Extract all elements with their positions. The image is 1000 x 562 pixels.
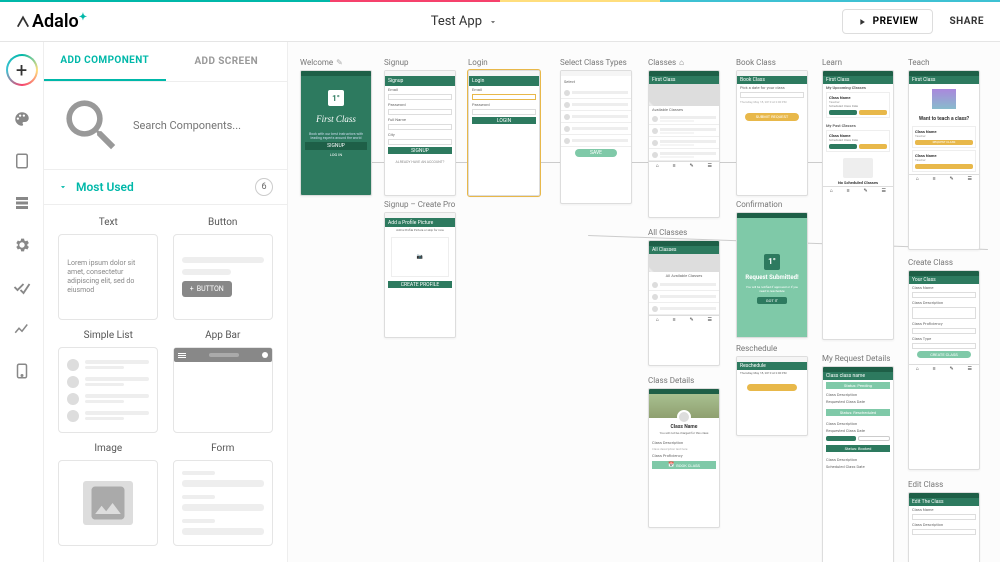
screen-signup[interactable]: Signup Email Password Full Name City SIG… [384, 70, 456, 196]
settings-icon[interactable] [13, 236, 31, 254]
publish-icon[interactable] [13, 362, 31, 380]
tab-add-component[interactable]: ADD COMPONENT [44, 42, 166, 81]
screen-label: Class Details [648, 376, 720, 385]
screen-class-details[interactable]: Class Name You will not be charged for t… [648, 388, 720, 528]
home-icon: ⌂ [679, 58, 684, 67]
search-input[interactable] [133, 119, 273, 132]
logo: Adalo✦ [16, 11, 87, 32]
screen-reschedule[interactable]: Reschedule Thursday, May 18, 2019 at 2:0… [736, 356, 808, 436]
screen-request-details[interactable]: Class class name Status: Pending Class D… [822, 366, 894, 562]
screen-label: Select Class Types [560, 58, 632, 67]
component-panel: ADD COMPONENT ADD SCREEN Most Used 6 Tex… [44, 42, 288, 562]
share-button[interactable]: SHARE [949, 16, 984, 27]
database-icon[interactable] [13, 194, 31, 212]
app-name-dropdown[interactable]: Test App [431, 14, 498, 29]
component-simple-list[interactable]: Simple List [56, 330, 161, 433]
chevron-down-icon [58, 182, 68, 192]
preview-button[interactable]: PREVIEW [842, 9, 934, 34]
component-image[interactable]: Image [56, 443, 161, 546]
chevron-down-icon [488, 17, 498, 27]
screens-icon[interactable] [13, 152, 31, 170]
component-text[interactable]: Text Lorem ipsum dolor sit amet, consect… [56, 217, 161, 320]
screen-label: Edit Class [908, 480, 980, 489]
screen-edit-class[interactable]: Edit The Class Class Name Class Descript… [908, 492, 980, 562]
canvas[interactable]: Welcome ✎ 1° First Class Book with our b… [288, 42, 1000, 562]
screen-label: Reschedule [736, 344, 808, 353]
count-badge: 6 [255, 178, 273, 196]
screen-label: Signup – Create Pro [384, 200, 456, 209]
screen-label: Login [468, 58, 540, 67]
section-most-used[interactable]: Most Used 6 [44, 169, 287, 205]
add-button[interactable]: + [6, 54, 38, 86]
component-app-bar[interactable]: App Bar [171, 330, 276, 433]
screen-label: Learn [822, 58, 894, 67]
palette-icon[interactable] [13, 110, 31, 128]
screen-confirmation[interactable]: 1° Request Submitted! You will be notifi… [736, 212, 808, 338]
screen-label: Confirmation [736, 200, 808, 209]
screen-label: Classes ⌂ [648, 58, 720, 67]
screen-teach[interactable]: First Class Want to teach a class? Class… [908, 70, 980, 250]
screen-select-class-types[interactable]: Select SAVE [560, 70, 632, 204]
screen-label: Teach [908, 58, 980, 67]
component-button[interactable]: Button +BUTTON [171, 217, 276, 320]
screen-label: Create Class [908, 258, 980, 267]
screen-create-class[interactable]: Your Class Class Name Class Description … [908, 270, 980, 470]
screen-login[interactable]: Login Email Password LOGIN [468, 70, 540, 196]
screen-label: All Classes [648, 228, 720, 237]
header: Adalo✦ Test App PREVIEW SHARE [0, 2, 1000, 42]
screen-welcome[interactable]: 1° First Class Book with our best instru… [300, 70, 372, 196]
screen-label: Book Class [736, 58, 808, 67]
play-icon [857, 17, 867, 27]
screen-label: Signup [384, 58, 456, 67]
screen-classes[interactable]: First Class Available Classes ⌂≡✎☰ [648, 70, 720, 218]
check-icon[interactable] [13, 278, 31, 296]
screen-all-classes[interactable]: All Classes All Available Classes ⌂≡✎☰ [648, 240, 720, 366]
left-rail: + [0, 42, 44, 562]
search-icon [58, 92, 125, 159]
component-form[interactable]: Form [171, 443, 276, 546]
screen-signup-profile[interactable]: Add a Profile Picture Add a Profile Pict… [384, 212, 456, 338]
screen-label: My Request Details [822, 354, 894, 363]
screen-label: Welcome ✎ [300, 58, 372, 67]
tab-add-screen[interactable]: ADD SCREEN [166, 42, 288, 81]
analytics-icon[interactable] [13, 320, 31, 338]
screen-learn[interactable]: First Class My Upcoming Classes Class Na… [822, 70, 894, 340]
screen-book-class[interactable]: Book Class Pick a date for your class Th… [736, 70, 808, 196]
